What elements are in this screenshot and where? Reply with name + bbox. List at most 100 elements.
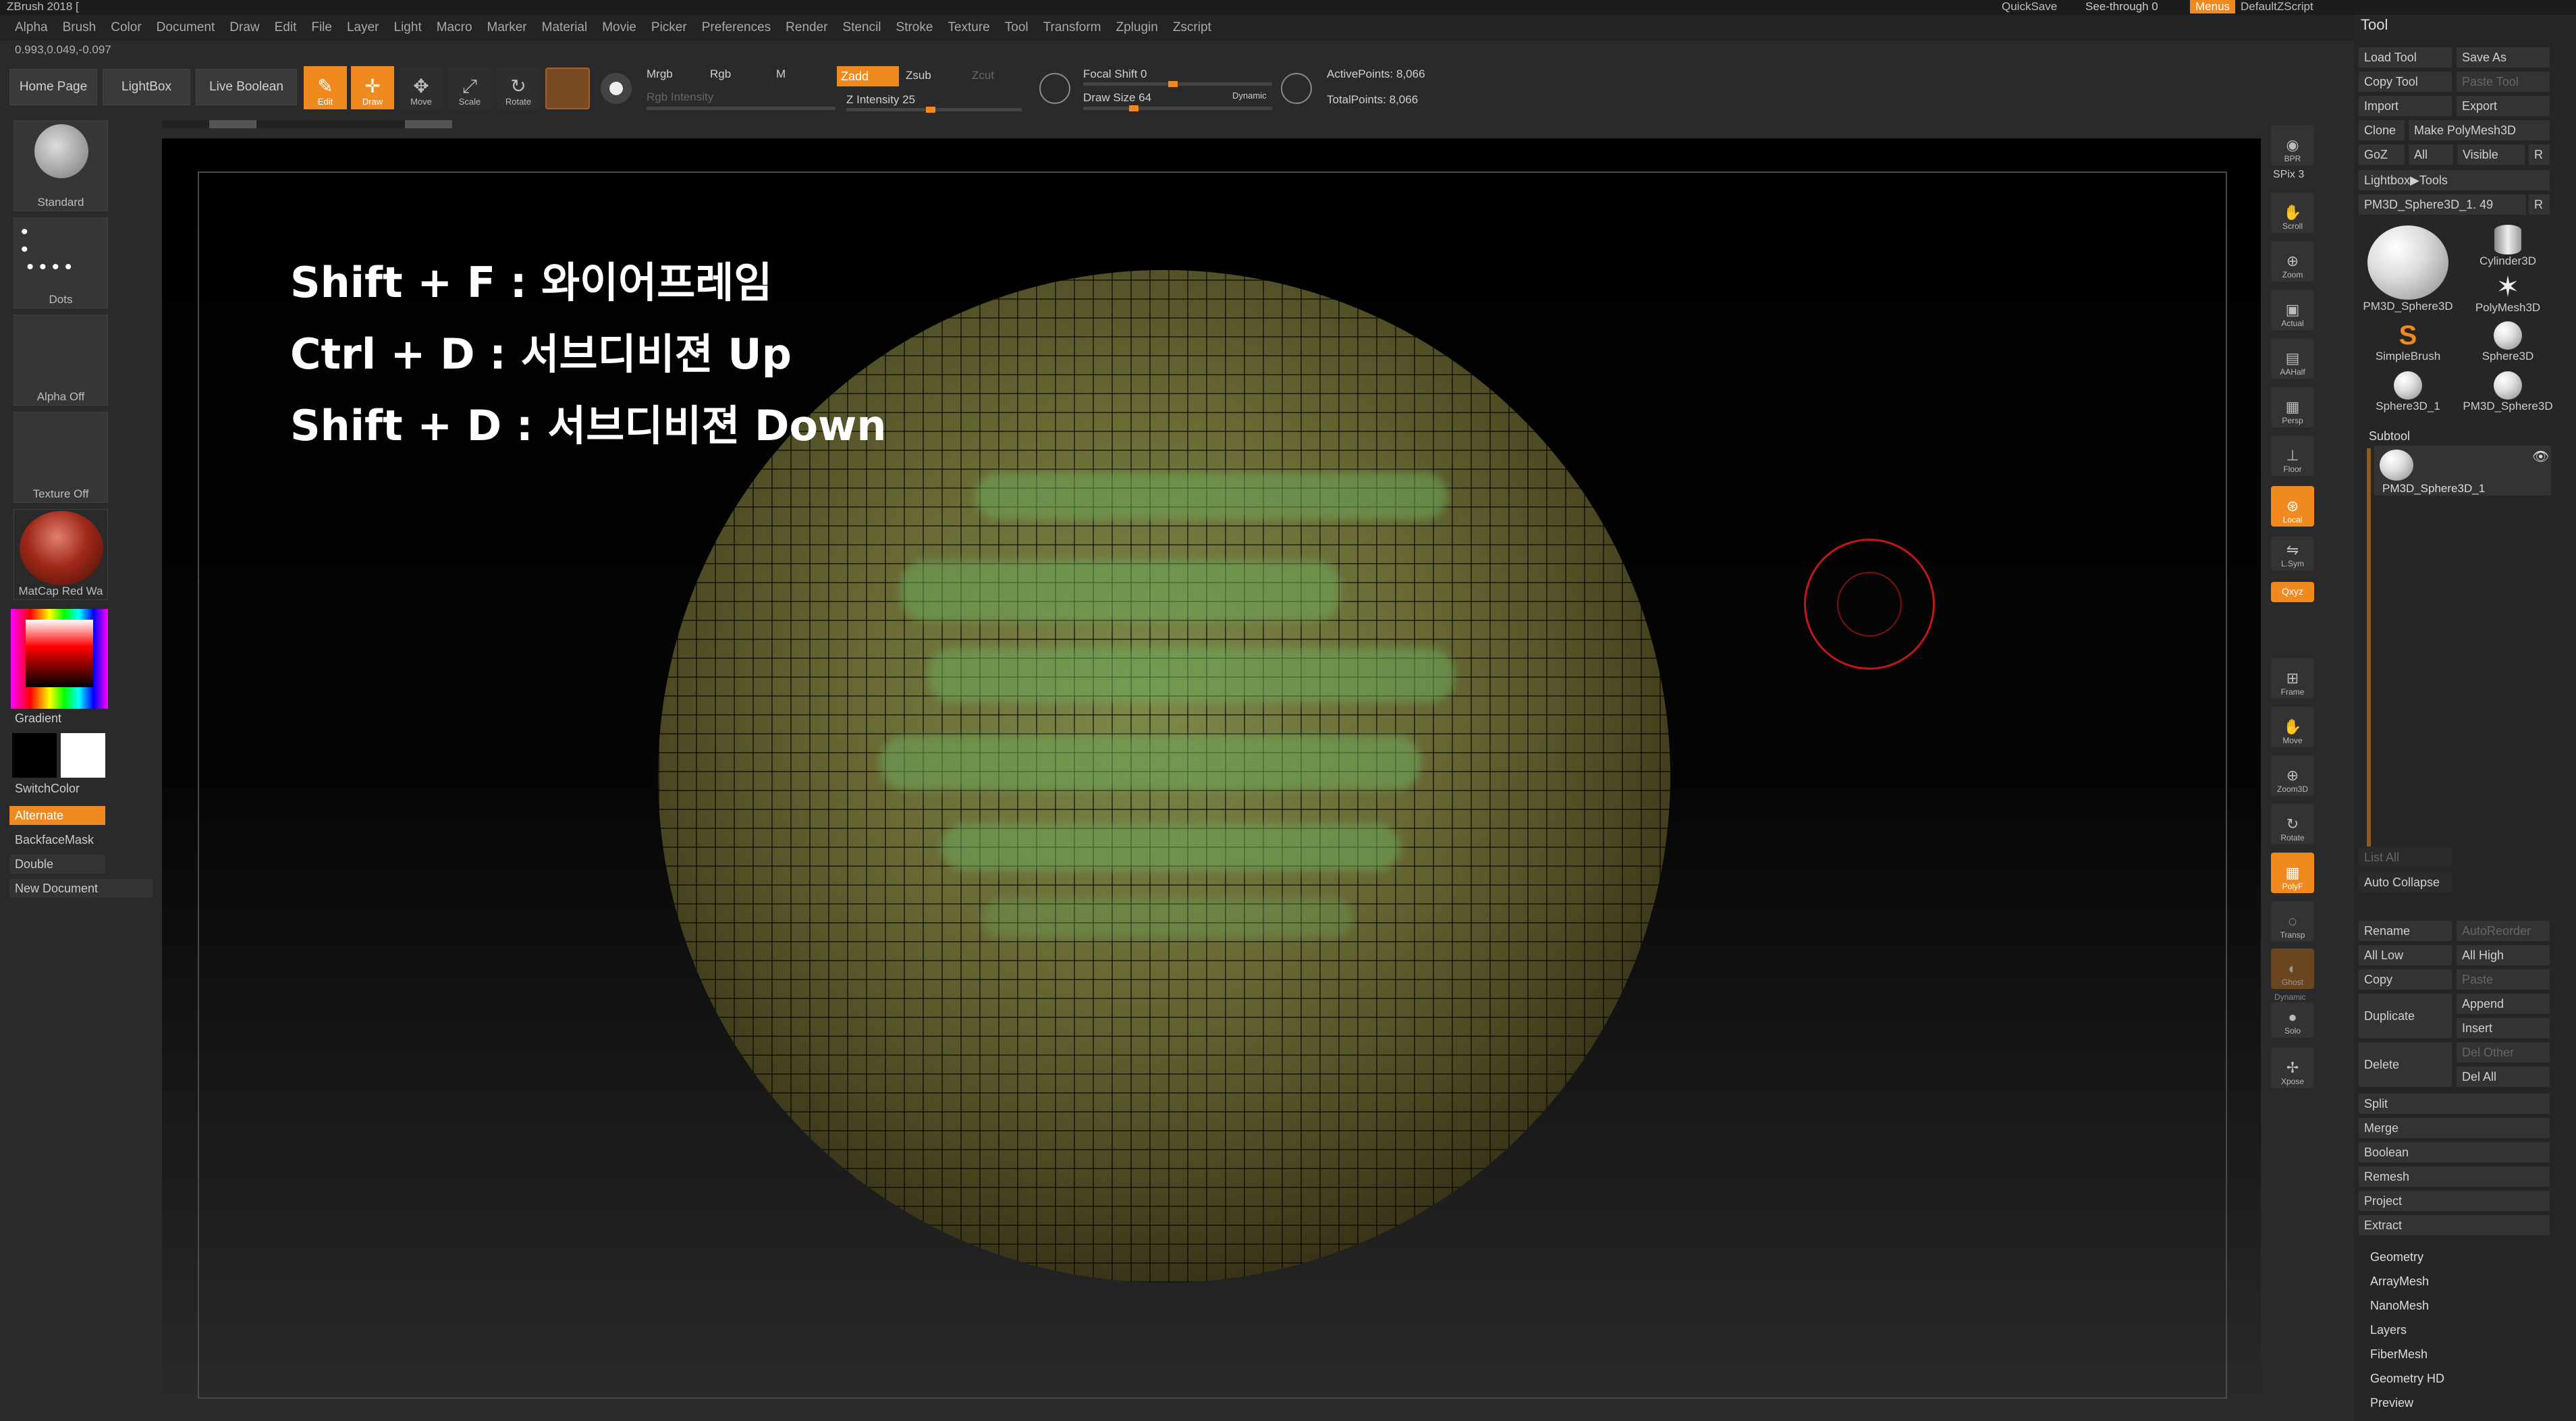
- layers-section[interactable]: Layers: [2370, 1323, 2407, 1337]
- backface-mask-toggle[interactable]: BackfaceMask: [9, 830, 153, 849]
- shelf-scrollbar[interactable]: [162, 120, 452, 128]
- rotate-view-button[interactable]: ↻ Rotate: [2271, 804, 2314, 844]
- focal-shift-slider[interactable]: Focal Shift 0: [1083, 68, 1147, 81]
- paste-tool-button[interactable]: Paste Tool: [2457, 72, 2550, 92]
- move-button[interactable]: ✥ Move: [400, 66, 443, 109]
- autoreorder-button[interactable]: AutoReorder: [2457, 921, 2550, 941]
- draw-size-slider[interactable]: Draw Size 64: [1083, 91, 1151, 105]
- auto-collapse-button[interactable]: Auto Collapse: [2359, 872, 2452, 892]
- eye-icon[interactable]: 👁: [2532, 448, 2549, 465]
- boolean-section[interactable]: Boolean: [2359, 1142, 2550, 1162]
- see-through-slider[interactable]: See-through 0: [2085, 0, 2158, 14]
- scroll-button[interactable]: ✋ Scroll: [2271, 192, 2314, 233]
- focal-shift-icon[interactable]: [1039, 73, 1070, 104]
- color-sphere-icon[interactable]: [601, 73, 632, 104]
- persp-button[interactable]: ▦ Persp: [2271, 387, 2314, 427]
- tool-thumb-simplebrush[interactable]: S SimpleBrush: [2361, 315, 2455, 363]
- scale-button[interactable]: ⤢ Scale: [448, 66, 491, 109]
- current-tool-r-button[interactable]: R: [2529, 194, 2550, 215]
- project-section[interactable]: Project: [2359, 1191, 2550, 1211]
- new-document-button[interactable]: New Document: [9, 879, 153, 898]
- menu-item-light[interactable]: Light: [394, 20, 422, 35]
- draw-button[interactable]: ✛ Draw: [351, 66, 394, 109]
- transp-button[interactable]: ◌ Transp: [2271, 901, 2314, 942]
- duplicate-button[interactable]: Duplicate: [2359, 994, 2452, 1038]
- menu-item-macro[interactable]: Macro: [437, 20, 472, 35]
- menu-item-movie[interactable]: Movie: [602, 20, 636, 35]
- material-selector[interactable]: MatCap Red Wa: [13, 509, 108, 600]
- actual-button[interactable]: ▣ Actual: [2271, 290, 2314, 330]
- goz-visible-button[interactable]: Visible: [2457, 144, 2525, 165]
- del-all-button[interactable]: Del All: [2457, 1067, 2550, 1087]
- local-button[interactable]: ⊛ Local: [2271, 486, 2314, 527]
- paste-subtool-button[interactable]: Paste: [2457, 969, 2550, 990]
- tool-thumb-sphere3d[interactable]: Sphere3D: [2461, 315, 2555, 363]
- clone-button[interactable]: Clone: [2359, 120, 2405, 140]
- menu-item-tool[interactable]: Tool: [1005, 20, 1029, 35]
- double-toggle[interactable]: Double: [9, 855, 105, 874]
- secondary-color-swatch[interactable]: [12, 733, 57, 778]
- floor-button[interactable]: ⊥ Floor: [2271, 435, 2314, 476]
- extract-section[interactable]: Extract: [2359, 1215, 2550, 1235]
- menu-item-marker[interactable]: Marker: [487, 20, 527, 35]
- gradient-toggle[interactable]: Gradient: [15, 712, 61, 726]
- quicksave-button[interactable]: QuickSave: [2002, 0, 2057, 14]
- default-zscript-button[interactable]: DefaultZScript: [2241, 0, 2313, 14]
- dynamic-toggle[interactable]: Dynamic: [1232, 90, 1267, 101]
- menu-item-zscript[interactable]: Zscript: [1173, 20, 1211, 35]
- zcut-toggle[interactable]: Zcut: [972, 69, 994, 82]
- xpose-button[interactable]: ✢ Xpose: [2271, 1048, 2314, 1088]
- import-button[interactable]: Import: [2359, 96, 2452, 116]
- menu-item-material[interactable]: Material: [542, 20, 588, 35]
- zoom-button[interactable]: ⊕ Zoom: [2271, 241, 2314, 281]
- menu-item-file[interactable]: File: [311, 20, 332, 35]
- menu-item-stroke[interactable]: Stroke: [896, 20, 933, 35]
- split-section[interactable]: Split: [2359, 1094, 2550, 1114]
- focal-shift-track[interactable]: [1083, 81, 1272, 87]
- draw-size-track[interactable]: [1083, 105, 1272, 111]
- menu-item-transform[interactable]: Transform: [1043, 20, 1101, 35]
- rgb-toggle[interactable]: Rgb: [710, 68, 731, 81]
- tool-thumb-pm3d-sphere3d-2[interactable]: PM3D_Sphere3D: [2461, 365, 2555, 413]
- live-boolean-button[interactable]: Live Boolean: [196, 69, 297, 105]
- nanomesh-section[interactable]: NanoMesh: [2370, 1299, 2429, 1313]
- alternate-toggle[interactable]: Alternate: [9, 806, 105, 825]
- menu-item-layer[interactable]: Layer: [347, 20, 379, 35]
- aahalf-button[interactable]: ▤ AAHalf: [2271, 338, 2314, 379]
- lightbox-tools-button[interactable]: Lightbox▶Tools: [2359, 170, 2550, 190]
- move-view-button[interactable]: ✋ Move: [2271, 707, 2314, 747]
- del-other-button[interactable]: Del Other: [2457, 1042, 2550, 1063]
- alpha-selector[interactable]: Alpha Off: [13, 315, 108, 406]
- list-all-button[interactable]: List All: [2359, 847, 2452, 867]
- main-color-swatch[interactable]: [61, 733, 105, 778]
- zsub-toggle[interactable]: Zsub: [906, 69, 931, 82]
- tool-thumb-cylinder3d[interactable]: Cylinder3D: [2461, 217, 2555, 268]
- switch-color-button[interactable]: SwitchColor: [15, 782, 80, 796]
- menu-item-stencil[interactable]: Stencil: [842, 20, 881, 35]
- copy-subtool-button[interactable]: Copy: [2359, 969, 2452, 990]
- stroke-selector[interactable]: • • • • • • Dots: [13, 217, 108, 309]
- color-field[interactable]: [26, 620, 93, 687]
- brush-selector[interactable]: Standard: [13, 120, 108, 211]
- zadd-toggle[interactable]: Zadd: [837, 66, 899, 86]
- remesh-section[interactable]: Remesh: [2359, 1167, 2550, 1187]
- menu-item-render[interactable]: Render: [786, 20, 827, 35]
- load-tool-button[interactable]: Load Tool: [2359, 47, 2452, 68]
- m-toggle[interactable]: M: [776, 68, 786, 81]
- menu-item-zplugin[interactable]: Zplugin: [1116, 20, 1157, 35]
- menus-toggle[interactable]: Menus: [2190, 0, 2236, 14]
- color-picker[interactable]: [11, 609, 108, 709]
- subtool-scrollbar[interactable]: [2367, 448, 2371, 847]
- menu-item-preferences[interactable]: Preferences: [702, 20, 771, 35]
- rgb-intensity-slider[interactable]: Rgb Intensity: [647, 90, 713, 104]
- z-intensity-slider[interactable]: Z Intensity 25: [846, 93, 915, 107]
- z-intensity-track[interactable]: [846, 107, 1022, 113]
- all-low-button[interactable]: All Low: [2359, 945, 2452, 965]
- bpr-button[interactable]: ◉ BPR: [2271, 125, 2314, 165]
- menu-item-texture[interactable]: Texture: [948, 20, 989, 35]
- solo-button[interactable]: ● Solo: [2271, 1002, 2314, 1038]
- menu-item-picker[interactable]: Picker: [651, 20, 687, 35]
- save-as-button[interactable]: Save As: [2457, 47, 2550, 68]
- polyf-button[interactable]: ▦ PolyF: [2271, 853, 2314, 893]
- preview-section[interactable]: Preview: [2370, 1396, 2413, 1410]
